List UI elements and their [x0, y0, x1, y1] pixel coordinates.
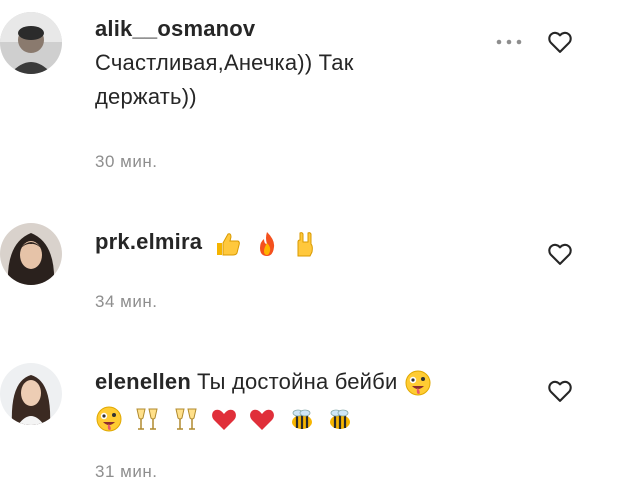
comment-username[interactable]: elenellen — [95, 369, 191, 394]
comment-text-line: Счастливая,Анечка)) Так — [95, 50, 354, 75]
heart-outline-icon[interactable] — [546, 377, 574, 405]
avatar[interactable] — [0, 12, 62, 74]
zany-face-emoji-icon — [404, 369, 432, 397]
thumbs-up-emoji-icon — [214, 230, 242, 258]
comment-timestamp: 30 мин. — [95, 152, 158, 171]
bee-emoji-icon — [287, 405, 315, 433]
comment-username[interactable]: alik__osmanov — [95, 16, 255, 41]
heart-outline-icon[interactable] — [546, 28, 574, 56]
avatar[interactable] — [0, 223, 62, 285]
heart-exclamation-emoji-icon — [210, 405, 238, 433]
bee-emoji-icon — [325, 405, 353, 433]
comment-timestamp: 34 мин. — [95, 292, 158, 311]
comments-list: alik__osmanov Счастливая,Анечка)) Так де… — [0, 0, 620, 496]
heart-exclamation-emoji-icon — [248, 405, 276, 433]
clinking-glasses-emoji-icon — [133, 405, 161, 433]
comment-text-line: держать)) — [95, 84, 197, 109]
heart-outline-icon[interactable] — [546, 240, 574, 268]
comment-item: elenellen Ты достойна бейби 31 мин. — [0, 355, 620, 496]
clinking-glasses-emoji-icon — [172, 405, 200, 433]
avatar[interactable] — [0, 363, 62, 425]
more-options-icon[interactable] — [492, 30, 526, 54]
comment-username[interactable]: prk.elmira — [95, 229, 202, 254]
comment-emojis — [214, 226, 323, 260]
fire-emoji-icon — [253, 230, 281, 258]
horns-emoji-icon — [291, 230, 319, 258]
comment-item: prk.elmira 34 мин. — [0, 215, 620, 330]
comment-text: Ты достойна бейби — [196, 369, 398, 394]
comment-item: alik__osmanov Счастливая,Анечка)) Так де… — [0, 0, 620, 190]
comment-timestamp: 31 мин. — [95, 462, 158, 481]
comment-emoji-line — [95, 401, 515, 435]
zany-face-emoji-icon — [95, 405, 123, 433]
